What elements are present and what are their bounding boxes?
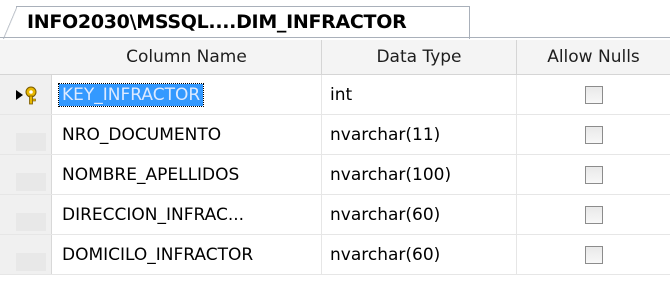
- row-selector-bar: [16, 253, 46, 271]
- allow-nulls-cell: [517, 155, 670, 194]
- row-selector[interactable]: [0, 235, 52, 274]
- allow-nulls-cell: [517, 115, 670, 154]
- column-name-cell[interactable]: NOMBRE_APELLIDOS: [52, 155, 322, 194]
- table-row[interactable]: NOMBRE_APELLIDOS nvarchar(100): [0, 155, 670, 195]
- document-tab[interactable]: INFO2030\MSSQL....DIM_INFRACTOR: [3, 6, 470, 39]
- allow-nulls-cell: [517, 195, 670, 234]
- column-name-cell[interactable]: NRO_DOCUMENTO: [52, 115, 322, 154]
- allow-nulls-cell: [517, 235, 670, 274]
- grid-header: Column Name Data Type Allow Nulls: [0, 40, 670, 75]
- data-type-cell[interactable]: nvarchar(11): [322, 115, 517, 154]
- table-row[interactable]: NRO_DOCUMENTO nvarchar(11): [0, 115, 670, 155]
- table-designer-grid: Column Name Data Type Allow Nulls KEY_IN…: [0, 40, 670, 275]
- data-type-cell[interactable]: nvarchar(60): [322, 235, 517, 274]
- data-type-cell[interactable]: int: [322, 75, 517, 114]
- column-name-cell[interactable]: DOMICILO_INFRACTOR: [52, 235, 322, 274]
- allow-nulls-cell: [517, 75, 670, 114]
- header-data-type[interactable]: Data Type: [322, 40, 517, 74]
- row-selector[interactable]: [0, 115, 52, 154]
- row-selector-bar: [16, 133, 46, 151]
- row-selector-bar: [16, 213, 46, 231]
- column-name-cell[interactable]: KEY_INFRACTOR: [52, 75, 322, 114]
- row-selector-bar: [16, 173, 46, 191]
- header-allow-nulls[interactable]: Allow Nulls: [517, 40, 670, 74]
- row-selector[interactable]: [0, 195, 52, 234]
- primary-key-arrow-icon: [16, 86, 37, 105]
- row-selector[interactable]: [0, 155, 52, 194]
- table-row[interactable]: DIRECCION_INFRAC... nvarchar(60): [0, 195, 670, 235]
- header-column-name[interactable]: Column Name: [52, 40, 322, 74]
- row-selector[interactable]: [0, 75, 52, 114]
- column-name-text[interactable]: KEY_INFRACTOR: [57, 82, 205, 107]
- tab-strip: INFO2030\MSSQL....DIM_INFRACTOR: [0, 0, 670, 39]
- table-row[interactable]: DOMICILO_INFRACTOR nvarchar(60): [0, 235, 670, 275]
- allow-nulls-checkbox[interactable]: [584, 85, 603, 104]
- table-row[interactable]: KEY_INFRACTOR int: [0, 75, 670, 115]
- allow-nulls-checkbox[interactable]: [584, 165, 603, 184]
- tab-title: INFO2030\MSSQL....DIM_INFRACTOR: [27, 11, 407, 33]
- header-selector: [0, 40, 52, 74]
- allow-nulls-checkbox[interactable]: [584, 125, 603, 144]
- data-type-cell[interactable]: nvarchar(100): [322, 155, 517, 194]
- data-type-cell[interactable]: nvarchar(60): [322, 195, 517, 234]
- tab-divider: [0, 37, 670, 38]
- column-name-cell[interactable]: DIRECCION_INFRAC...: [52, 195, 322, 234]
- allow-nulls-checkbox[interactable]: [584, 245, 603, 264]
- allow-nulls-checkbox[interactable]: [584, 205, 603, 224]
